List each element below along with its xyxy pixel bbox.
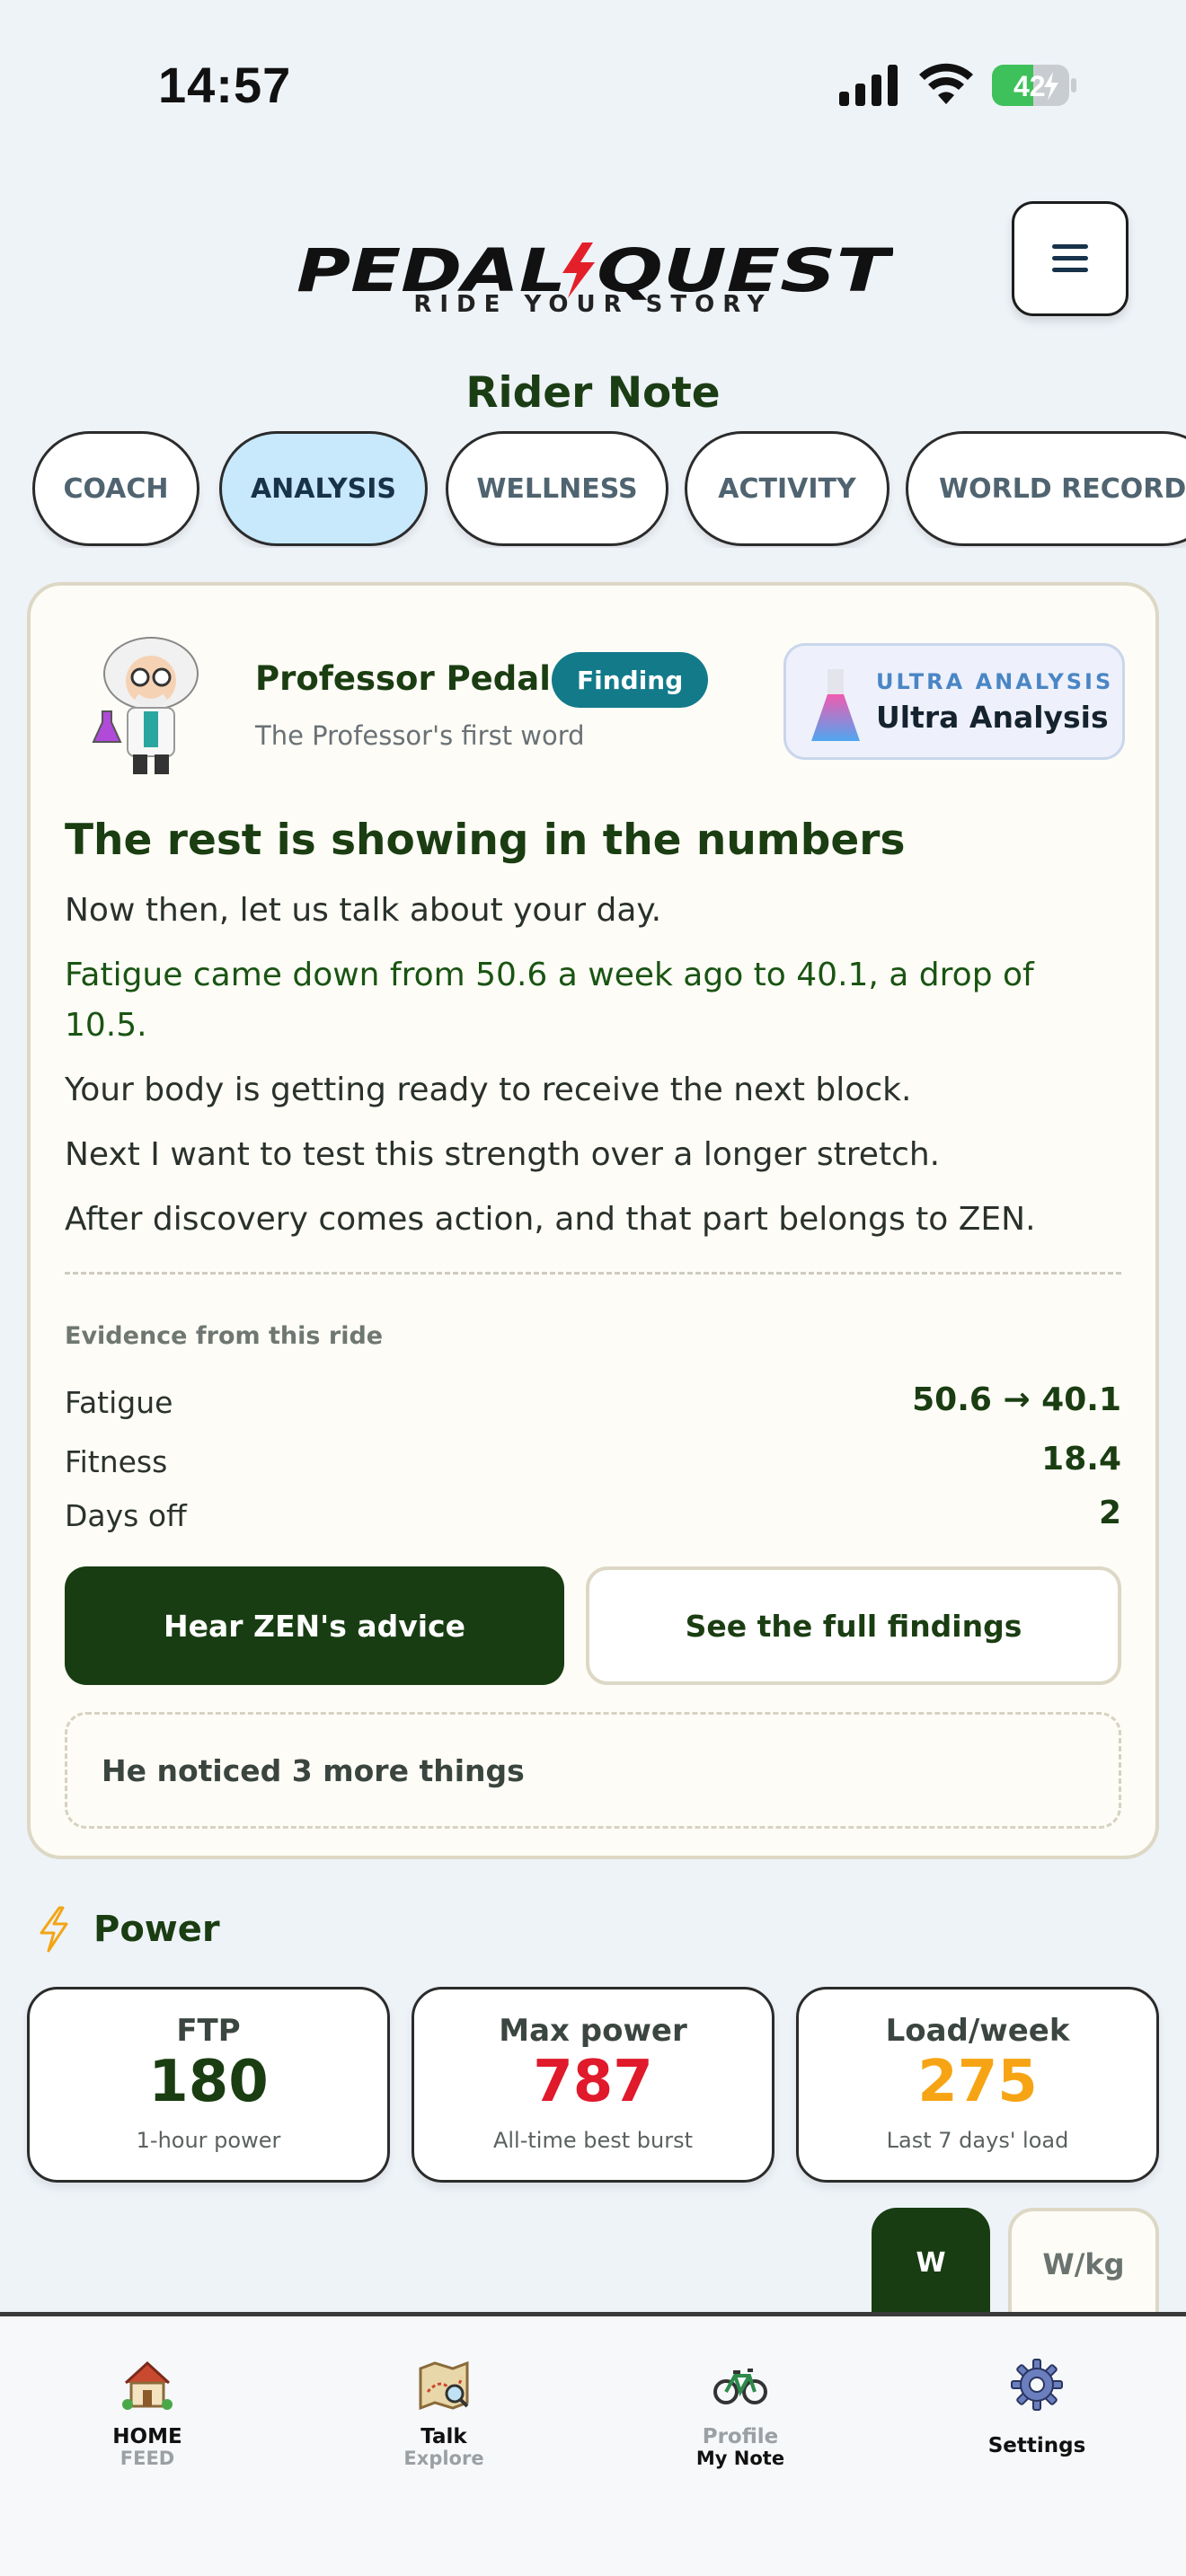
flask-icon bbox=[811, 669, 860, 741]
nav-settings[interactable]: Settings bbox=[929, 2356, 1145, 2457]
professor-avatar bbox=[92, 637, 199, 774]
bicycle-icon bbox=[713, 2369, 767, 2404]
tab-wellness[interactable]: WELLNESS bbox=[446, 431, 668, 546]
tab-world-records[interactable]: WORLD RECORDS bbox=[906, 431, 1186, 546]
battery-icon: 42 bbox=[992, 65, 1078, 106]
analysis-paragraph: Now then, let us talk about your day. bbox=[65, 892, 662, 929]
nav-profile-label: Profile bbox=[702, 2425, 779, 2448]
metric-value: 275 bbox=[917, 2049, 1038, 2115]
divider bbox=[65, 1272, 1121, 1275]
metric-sub: 1-hour power bbox=[136, 2128, 281, 2153]
ultra-analysis-button[interactable]: ULTRA ANALYSIS Ultra Analysis bbox=[783, 643, 1125, 760]
map-icon bbox=[419, 2360, 469, 2411]
evidence-value-fatigue: 50.6 → 40.1 bbox=[912, 1381, 1121, 1418]
metric-card-max-power[interactable]: Max power 787 All-time best burst bbox=[412, 1987, 774, 2183]
lightning-icon bbox=[40, 1906, 68, 1953]
finding-badge: Finding bbox=[552, 652, 709, 708]
nav-home-label: HOME bbox=[112, 2425, 182, 2448]
tab-analysis[interactable]: ANALYSIS bbox=[219, 431, 428, 546]
section-tabs: COACH ANALYSIS WELLNESS ACTIVITY WORLD R… bbox=[32, 431, 1186, 548]
metric-card-ftp[interactable]: FTP 180 1-hour power bbox=[27, 1987, 390, 2183]
nav-profile[interactable]: Profile My Note bbox=[633, 2356, 848, 2468]
nav-home[interactable]: HOME FEED bbox=[40, 2356, 255, 2468]
gear-icon bbox=[1011, 2359, 1063, 2411]
status-time: 14:57 bbox=[158, 57, 292, 113]
nav-profile-sub: My Note bbox=[695, 2448, 785, 2469]
page-title: Rider Note bbox=[465, 368, 721, 418]
full-findings-button[interactable]: See the full findings bbox=[586, 1566, 1121, 1685]
battery-level: 42 bbox=[1013, 70, 1046, 102]
evidence-label-fitness: Fitness bbox=[65, 1444, 168, 1479]
metric-label: Max power bbox=[499, 2013, 687, 2049]
metric-value: 787 bbox=[533, 2049, 653, 2115]
more-findings-toggle[interactable]: He noticed 3 more things bbox=[65, 1712, 1121, 1829]
nav-talk-label: Talk bbox=[420, 2425, 467, 2448]
metric-label: FTP bbox=[176, 2013, 241, 2049]
metric-label: Load/week bbox=[885, 2013, 1070, 2049]
tab-coach[interactable]: COACH bbox=[32, 431, 199, 546]
tab-activity[interactable]: ACTIVITY bbox=[685, 431, 890, 546]
unit-toggle-watts-per-kg[interactable]: W/kg bbox=[1008, 2208, 1159, 2317]
evidence-label-fatigue: Fatigue bbox=[65, 1385, 173, 1420]
house-icon bbox=[122, 2360, 173, 2410]
nav-talk-sub: Explore bbox=[403, 2448, 484, 2469]
analysis-paragraph: Next I want to test this strength over a… bbox=[65, 1136, 941, 1173]
metric-sub: Last 7 days' load bbox=[886, 2128, 1069, 2153]
evidence-value-days-off: 2 bbox=[1098, 1495, 1121, 1531]
analysis-paragraph: After discovery comes action, and that p… bbox=[65, 1201, 1036, 1238]
metric-value: 180 bbox=[148, 2049, 269, 2115]
power-section-header: Power bbox=[36, 1906, 220, 1953]
evidence-label-days-off: Days off bbox=[65, 1498, 187, 1533]
status-bar: 14:57 42 bbox=[0, 0, 1186, 135]
ultra-analysis-kicker: ULTRA ANALYSIS bbox=[876, 669, 1114, 694]
brand-tagline: RIDE YOUR STORY bbox=[413, 291, 773, 318]
evidence-title: Evidence from this ride bbox=[65, 1322, 384, 1350]
cellular-signal-icon bbox=[839, 65, 898, 106]
nav-home-sub: FEED bbox=[119, 2448, 175, 2469]
analysis-paragraph-highlight: Fatigue came down from 50.6 a week ago t… bbox=[65, 957, 1034, 1044]
hear-zen-advice-button[interactable]: Hear ZEN's advice bbox=[65, 1566, 564, 1685]
unit-toggle-watts[interactable]: W bbox=[872, 2208, 990, 2317]
ultra-analysis-title: Ultra Analysis bbox=[876, 700, 1109, 735]
bottom-navigation: HOME FEED Talk Explore Profile My Note S… bbox=[0, 2312, 1186, 2576]
power-title: Power bbox=[93, 1909, 220, 1950]
wifi-icon bbox=[919, 63, 973, 104]
menu-button[interactable] bbox=[1012, 201, 1128, 316]
analysis-headline: The rest is showing in the numbers bbox=[65, 816, 906, 865]
metric-sub: All-time best burst bbox=[492, 2128, 694, 2153]
professor-subtitle: The Professor's first word bbox=[255, 720, 585, 751]
metric-card-load-week[interactable]: Load/week 275 Last 7 days' load bbox=[796, 1987, 1159, 2183]
nav-talk[interactable]: Talk Explore bbox=[336, 2356, 552, 2468]
nav-settings-label: Settings bbox=[987, 2434, 1086, 2457]
hamburger-icon bbox=[1052, 244, 1088, 273]
professor-name: Professor Pedal bbox=[255, 659, 551, 698]
analysis-card: Professor Pedal Finding The Professor's … bbox=[27, 582, 1159, 1859]
analysis-paragraph: Your body is getting ready to receive th… bbox=[65, 1072, 912, 1108]
evidence-value-fitness: 18.4 bbox=[1041, 1441, 1121, 1478]
